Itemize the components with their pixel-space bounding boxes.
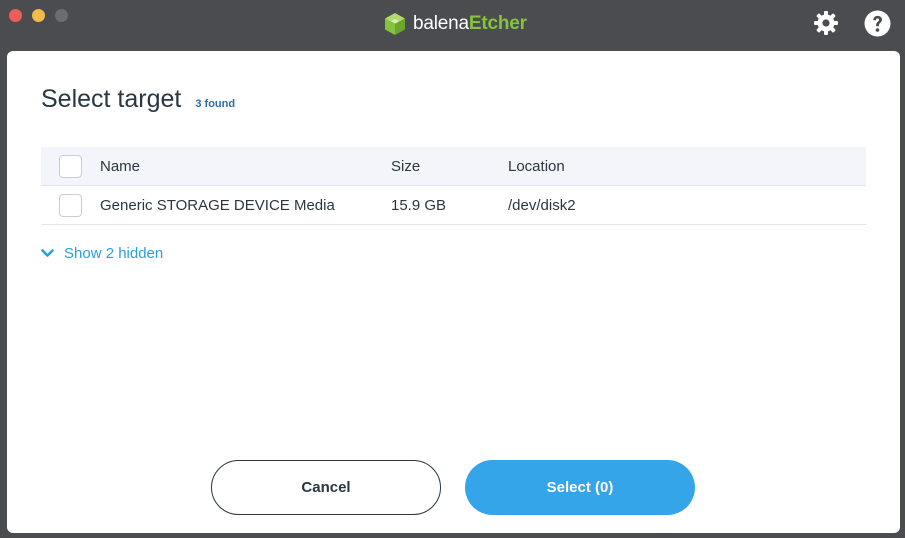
drive-checkbox[interactable]: [59, 194, 82, 217]
select-all-checkbox[interactable]: [59, 155, 82, 178]
title-bar: balenaEtcher: [0, 0, 905, 48]
help-button[interactable]: [863, 9, 891, 37]
window-close-button[interactable]: [9, 9, 22, 22]
column-header-size[interactable]: Size: [391, 158, 420, 175]
app-name: balenaEtcher: [413, 13, 527, 34]
table-header-row: Name Size Location: [41, 147, 866, 186]
found-count-badge: 3 found: [195, 98, 236, 110]
app-logo: balenaEtcher: [383, 10, 527, 38]
drive-name: Generic STORAGE DEVICE Media: [100, 196, 335, 214]
window-maximize-button[interactable]: [55, 9, 68, 22]
show-hidden-label: Show 2 hidden: [64, 245, 164, 262]
settings-button[interactable]: [812, 9, 840, 37]
dialog-header: Select target 3 found: [41, 85, 235, 114]
chevron-down-icon: [41, 249, 54, 257]
question-icon: [864, 10, 890, 36]
drive-table: Name Size Location Generic STORAGE DEVIC…: [41, 147, 866, 225]
cancel-button[interactable]: Cancel: [211, 460, 441, 515]
drive-size: 15.9 GB: [391, 196, 447, 214]
window-minimize-button[interactable]: [32, 9, 45, 22]
balena-cube-icon: [385, 13, 405, 35]
table-row[interactable]: Generic STORAGE DEVICE Media 15.9 GB /de…: [41, 186, 866, 225]
select-target-dialog: Select target 3 found Name Size Location…: [7, 51, 900, 533]
drive-location: /dev/disk2: [508, 196, 576, 214]
show-hidden-toggle[interactable]: Show 2 hidden: [41, 245, 163, 262]
column-header-name[interactable]: Name: [100, 158, 140, 175]
column-header-location[interactable]: Location: [508, 158, 565, 175]
select-button[interactable]: Select (0): [465, 460, 695, 515]
dialog-title: Select target: [41, 85, 182, 113]
gear-icon: [814, 11, 838, 35]
